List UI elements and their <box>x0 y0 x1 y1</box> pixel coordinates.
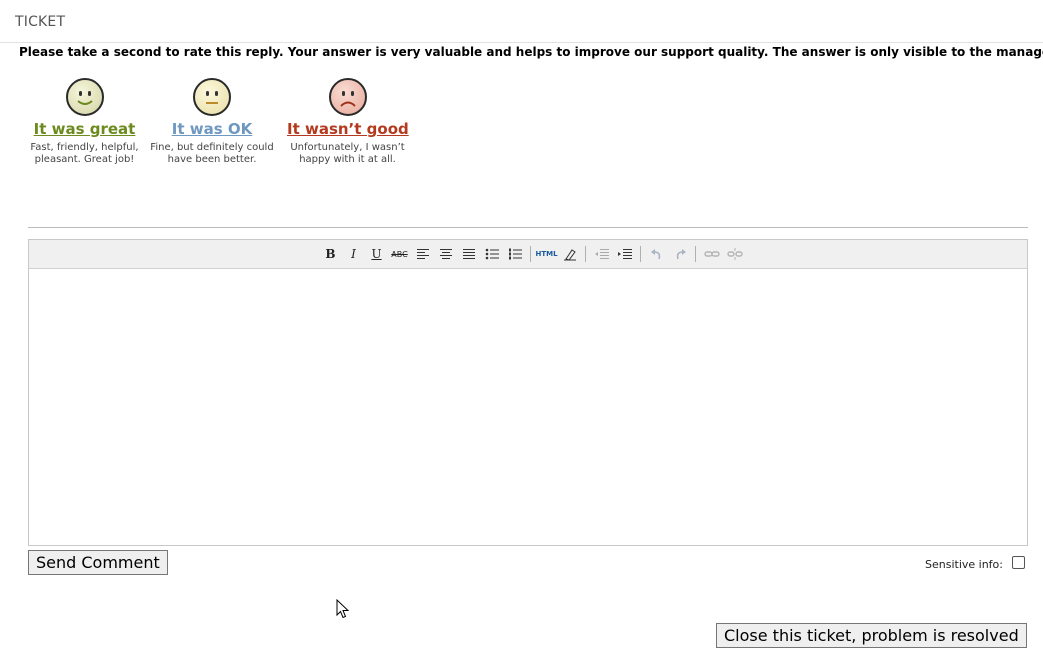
rating-great-desc-line1: Fast, friendly, helpful, <box>30 142 139 153</box>
link-icon[interactable] <box>700 244 723 264</box>
send-comment-button[interactable]: Send Comment <box>28 550 168 575</box>
numbered-list-icon[interactable] <box>503 244 526 264</box>
bold-icon[interactable]: B <box>319 244 342 264</box>
sad-face-icon <box>328 78 367 116</box>
ticket-header: TICKET <box>0 0 1043 43</box>
toolbar-separator <box>530 246 531 262</box>
rating-bad-link[interactable]: It wasn’t good <box>287 120 409 138</box>
toolbar-separator <box>585 246 586 262</box>
rating-ok-desc-line1: Fine, but definitely could <box>150 142 274 153</box>
sensitive-info-label: Sensitive info: <box>925 558 1003 571</box>
rating-great-desc-line2: pleasant. Great job! <box>34 154 135 165</box>
rating-bad-desc-line2: happy with it at all. <box>299 154 396 165</box>
comment-textarea[interactable] <box>29 269 1027 545</box>
rating-intro-text: Please take a second to rate this reply.… <box>19 45 1043 59</box>
rating-option-bad[interactable]: It wasn’t good Unfortunately, I wasn’t h… <box>287 78 409 166</box>
underline-icon[interactable]: U <box>365 244 388 264</box>
toolbar-separator <box>640 246 641 262</box>
smile-face-icon <box>65 78 104 116</box>
neutral-face-icon <box>193 78 231 116</box>
bullet-list-icon[interactable] <box>480 244 503 264</box>
rating-option-great[interactable]: It was great Fast, friendly, helpful, pl… <box>28 78 141 166</box>
unlink-icon[interactable] <box>723 244 746 264</box>
mouse-cursor-icon <box>336 599 350 619</box>
eraser-icon[interactable] <box>558 244 581 264</box>
rating-ok-link[interactable]: It was OK <box>148 120 276 138</box>
strikethrough-icon[interactable]: ABC <box>388 244 411 264</box>
sensitive-info-checkbox[interactable] <box>1012 556 1025 569</box>
close-ticket-button[interactable]: Close this ticket, problem is resolved <box>716 623 1027 648</box>
comment-editor: B I U ABC HTML <box>28 239 1028 546</box>
section-divider <box>28 227 1028 228</box>
italic-icon[interactable]: I <box>342 244 365 264</box>
align-justify-icon[interactable] <box>457 244 480 264</box>
undo-icon[interactable] <box>645 244 668 264</box>
rating-great-link[interactable]: It was great <box>28 120 141 138</box>
align-left-icon[interactable] <box>411 244 434 264</box>
indent-icon[interactable] <box>613 244 636 264</box>
toolbar-separator <box>695 246 696 262</box>
page-title: TICKET <box>15 14 66 30</box>
rating-bad-desc-line1: Unfortunately, I wasn’t <box>290 142 405 153</box>
editor-toolbar: B I U ABC HTML <box>29 240 1027 269</box>
rating-ok-desc-line2: have been better. <box>167 154 257 165</box>
redo-icon[interactable] <box>668 244 691 264</box>
html-icon[interactable]: HTML <box>535 244 558 264</box>
align-center-icon[interactable] <box>434 244 457 264</box>
outdent-icon[interactable] <box>590 244 613 264</box>
rating-option-ok[interactable]: It was OK Fine, but definitely could hav… <box>148 78 276 166</box>
